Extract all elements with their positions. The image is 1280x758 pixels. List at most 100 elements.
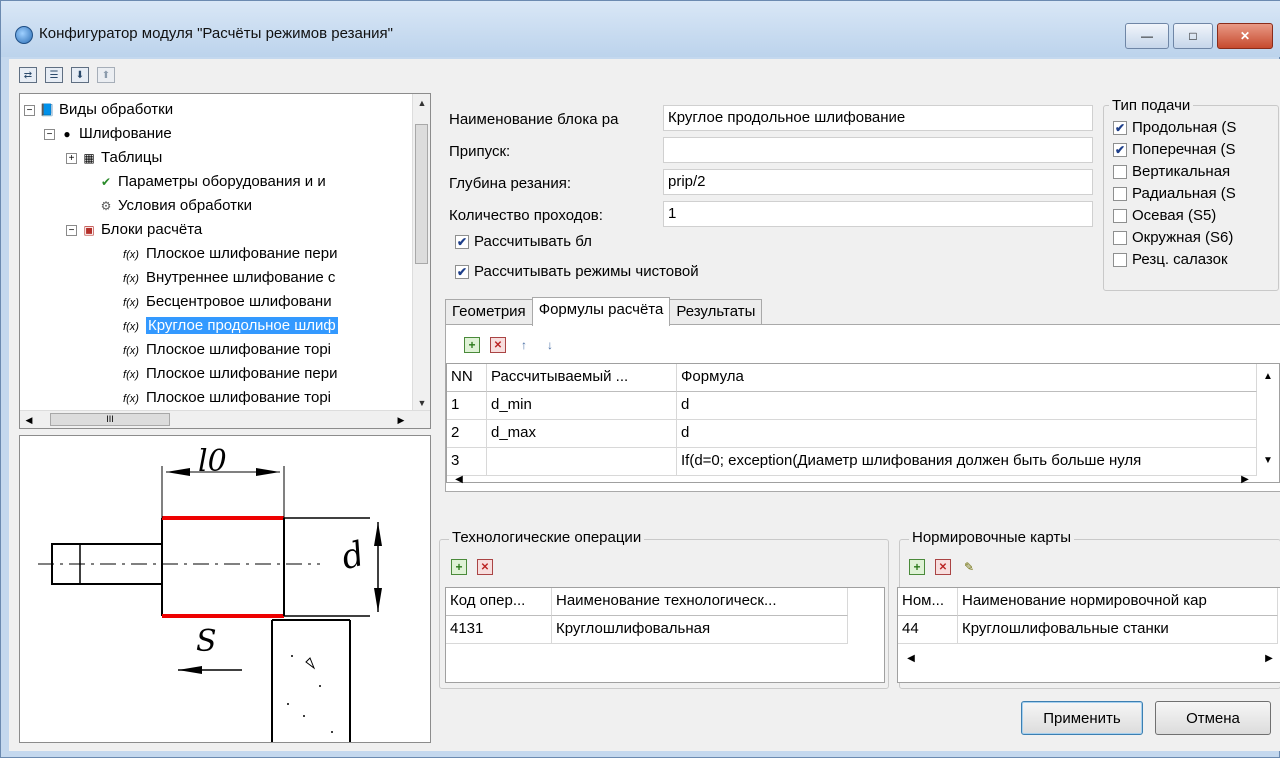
tree-item-block[interactable]: f(x) Плоское шлифование торі bbox=[120, 338, 331, 362]
table-row[interactable]: 2 d_max d bbox=[447, 420, 1257, 448]
table-row[interactable]: 4131 Круглошлифовальная bbox=[446, 616, 848, 644]
table-row[interactable]: 1 d_min d bbox=[447, 392, 1257, 420]
feed-radial-checkbox[interactable]: Радиальная (S bbox=[1113, 185, 1236, 202]
tech-ops-title: Технологические операции bbox=[449, 529, 645, 546]
allowance-input[interactable] bbox=[663, 137, 1093, 163]
tree-vertical-scrollbar[interactable]: ▲ ▼ bbox=[412, 94, 430, 412]
scroll-right-icon[interactable]: ▶ bbox=[392, 411, 410, 428]
fx-icon: f(x) bbox=[123, 273, 139, 285]
tree-item-block-selected[interactable]: f(x) Круглое продольное шлиф bbox=[120, 314, 338, 338]
tree-icon[interactable]: ⇄ bbox=[19, 67, 37, 83]
scroll-down-icon[interactable]: ▼ bbox=[1259, 452, 1277, 470]
feed-slide-checkbox[interactable]: Резц. салазок bbox=[1113, 251, 1228, 268]
fx-icon: f(x) bbox=[123, 321, 139, 333]
checkbox-checked-icon: ✔ bbox=[455, 234, 469, 249]
fx-icon: f(x) bbox=[123, 297, 139, 309]
length-label: l0 bbox=[198, 444, 227, 479]
collapse-icon[interactable]: − bbox=[24, 105, 35, 116]
edit-icon[interactable]: ✎ bbox=[961, 559, 977, 575]
main-window: Конфигуратор модуля "Расчёты режимов рез… bbox=[0, 0, 1280, 758]
delete-row-icon[interactable]: ✕ bbox=[477, 559, 493, 575]
norm-cards-table[interactable]: Ном... Наименование нормировочной кар 44… bbox=[897, 587, 1280, 683]
add-row-icon[interactable]: + bbox=[909, 559, 925, 575]
tab-results[interactable]: Результаты bbox=[669, 299, 763, 325]
add-row-icon[interactable]: + bbox=[464, 337, 480, 353]
feed-axial-checkbox[interactable]: Осевая (S5) bbox=[1113, 207, 1216, 224]
fx-icon: f(x) bbox=[123, 369, 139, 381]
feed-vertical-checkbox[interactable]: Вертикальная bbox=[1113, 163, 1230, 180]
scroll-up-icon[interactable]: ▲ bbox=[413, 94, 430, 112]
column-header[interactable]: Наименование технологическ... bbox=[552, 588, 848, 616]
scroll-left-icon[interactable]: ◀ bbox=[20, 411, 38, 428]
move-down-icon[interactable]: ↓ bbox=[542, 337, 558, 353]
settings-icon: ⚙ bbox=[100, 199, 112, 213]
column-header[interactable]: Формула bbox=[677, 364, 1257, 392]
book-icon: 📘 bbox=[39, 103, 55, 117]
scroll-right-icon[interactable]: ▶ bbox=[1236, 471, 1254, 489]
tech-ops-table[interactable]: Код опер... Наименование технологическ..… bbox=[445, 587, 885, 683]
table-row[interactable]: 3 If(d=0; exception(Диаметр шлифования д… bbox=[447, 448, 1257, 476]
column-header[interactable]: NN bbox=[447, 364, 487, 392]
add-row-icon[interactable]: + bbox=[451, 559, 467, 575]
tree-item-grinding[interactable]: − ● Шлифование bbox=[44, 122, 172, 146]
checkbox-unchecked-icon bbox=[1113, 230, 1127, 245]
tree-item-block[interactable]: f(x) Внутреннее шлифование с bbox=[120, 266, 335, 290]
scroll-thumb[interactable] bbox=[415, 124, 428, 264]
sketch-image: l0 d S bbox=[19, 435, 431, 743]
table-row[interactable]: 44 Круглошлифовальные станки bbox=[898, 616, 1278, 644]
depth-input[interactable]: prip/2 bbox=[663, 169, 1093, 195]
calc-block-checkbox[interactable]: ✔ Рассчитывать бл bbox=[455, 233, 592, 250]
collapse-icon[interactable]: − bbox=[44, 129, 55, 140]
tab-geometry[interactable]: Геометрия bbox=[445, 299, 533, 325]
tree-item-block[interactable]: f(x) Плоское шлифование пери bbox=[120, 362, 337, 386]
maximize-button[interactable]: □ bbox=[1173, 23, 1213, 49]
close-button[interactable]: ✕ bbox=[1217, 23, 1273, 49]
tree-item-block[interactable]: f(x) Плоское шлифование пери bbox=[120, 242, 337, 266]
globe-icon: ● bbox=[63, 127, 71, 141]
tree-item-block[interactable]: f(x) Плоское шлифование торі bbox=[120, 386, 331, 410]
app-icon bbox=[15, 26, 33, 44]
scroll-right-icon[interactable]: ▶ bbox=[1260, 650, 1278, 668]
norm-cards-title: Нормировочные карты bbox=[909, 529, 1074, 546]
collapse-icon[interactable]: − bbox=[66, 225, 77, 236]
title-bar[interactable]: Конфигуратор модуля "Расчёты режимов рез… bbox=[1, 1, 1280, 57]
export-icon[interactable]: ⬆ bbox=[97, 67, 115, 83]
column-header[interactable]: Наименование нормировочной кар bbox=[958, 588, 1278, 616]
finish-modes-checkbox[interactable]: ✔ Рассчитывать режимы чистовой bbox=[455, 263, 699, 280]
checkbox-unchecked-icon bbox=[1113, 252, 1127, 267]
scroll-left-icon[interactable]: ◀ bbox=[902, 650, 920, 668]
apply-button[interactable]: Применить bbox=[1021, 701, 1143, 735]
tab-formulas[interactable]: Формулы расчёта bbox=[531, 297, 671, 326]
tree-item-processing-types[interactable]: − 📘 Виды обработки bbox=[24, 98, 173, 122]
scroll-thumb[interactable]: III bbox=[50, 413, 170, 426]
tree-horizontal-scrollbar[interactable]: ◀ III ▶ bbox=[20, 410, 430, 428]
block-name-input[interactable]: Круглое продольное шлифование bbox=[663, 105, 1093, 131]
checkbox-unchecked-icon bbox=[1113, 186, 1127, 201]
scroll-left-icon[interactable]: ◀ bbox=[450, 471, 468, 489]
cancel-button[interactable]: Отмена bbox=[1155, 701, 1271, 735]
passes-input[interactable]: 1 bbox=[663, 201, 1093, 227]
feed-transverse-checkbox[interactable]: ✔ Поперечная (S bbox=[1113, 141, 1236, 158]
fx-icon: f(x) bbox=[123, 345, 139, 357]
column-header[interactable]: Ном... bbox=[898, 588, 958, 616]
tree-item-conditions[interactable]: ⚙ Условия обработки bbox=[98, 194, 252, 218]
tree-view[interactable]: − 📘 Виды обработки − ● Шлифование + ▦ Таблицы … bbox=[19, 93, 431, 429]
import-icon[interactable]: ⬇ bbox=[71, 67, 89, 83]
formulas-table[interactable]: NN Рассчитываемый ... Формула 1 d_min d … bbox=[446, 363, 1280, 483]
scroll-up-icon[interactable]: ▲ bbox=[1259, 368, 1277, 386]
blocks-icon: ▣ bbox=[83, 223, 95, 237]
tree-item-calc-blocks[interactable]: − ▣ Блоки расчёта bbox=[66, 218, 202, 242]
column-header[interactable]: Рассчитываемый ... bbox=[487, 364, 677, 392]
feed-circular-checkbox[interactable]: Окружная (S6) bbox=[1113, 229, 1233, 246]
feed-longitudinal-checkbox[interactable]: ✔ Продольная (S bbox=[1113, 119, 1236, 136]
expand-icon[interactable]: + bbox=[66, 153, 77, 164]
properties-icon[interactable]: ☰ bbox=[45, 67, 63, 83]
column-header[interactable]: Код опер... bbox=[446, 588, 552, 616]
tree-item-equipment-params[interactable]: ✔ Параметры оборудования и и bbox=[98, 170, 326, 194]
minimize-button[interactable]: — bbox=[1125, 23, 1169, 49]
tree-item-tables[interactable]: + ▦ Таблицы bbox=[66, 146, 162, 170]
move-up-icon[interactable]: ↑ bbox=[516, 337, 532, 353]
delete-row-icon[interactable]: ✕ bbox=[490, 337, 506, 353]
delete-row-icon[interactable]: ✕ bbox=[935, 559, 951, 575]
tree-item-block[interactable]: f(x) Бесцентровое шлифовани bbox=[120, 290, 332, 314]
